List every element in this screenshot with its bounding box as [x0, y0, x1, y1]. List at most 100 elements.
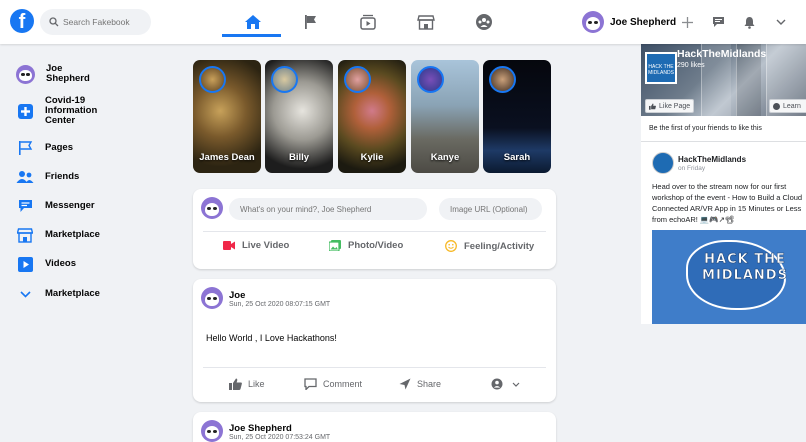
- smiley-icon: [445, 240, 457, 252]
- marketplace-icon[interactable]: [414, 10, 438, 34]
- story-avatar: [417, 66, 444, 93]
- sidebar-item-see-more[interactable]: Marketplace: [16, 285, 100, 303]
- groups-icon[interactable]: [472, 10, 496, 34]
- sidebar-item-videos[interactable]: Videos: [16, 255, 76, 273]
- learn-more-button[interactable]: Learn: [769, 99, 806, 113]
- story-card[interactable]: Kanye: [411, 60, 479, 173]
- page-post-image-text: HACK THE MIDLANDS: [702, 252, 788, 284]
- sidebar-item-label: Marketplace: [45, 229, 100, 240]
- pages-flag-icon: [16, 139, 34, 157]
- sidebar-item-label: Friends: [45, 171, 80, 182]
- post-author[interactable]: Joe Shepherd: [229, 423, 292, 434]
- top-bar: f Joe Shepherd: [0, 0, 806, 44]
- search-input[interactable]: [63, 17, 148, 27]
- story-card[interactable]: Sarah: [483, 60, 551, 173]
- page-logo[interactable]: HACK THE MIDLANDS: [645, 52, 677, 84]
- share-icon: [399, 378, 411, 390]
- feed-post: Joe Shepherd Sun, 25 Oct 2020 07:53:24 G…: [193, 412, 556, 442]
- post-timestamp: Sun, 25 Oct 2020 08:07:15 GMT: [229, 301, 331, 308]
- search-box[interactable]: [40, 9, 151, 35]
- home-icon[interactable]: [241, 10, 265, 34]
- post-author[interactable]: Joe: [229, 290, 245, 301]
- sidebar-item-label: Joe Shepherd: [46, 63, 90, 84]
- page-post-text: Head over to the stream now for our firs…: [652, 182, 803, 224]
- live-video-label: Live Video: [242, 240, 290, 251]
- feed-post: Joe Sun, 25 Oct 2020 08:07:15 GMT Hello …: [193, 279, 556, 402]
- plus-icon[interactable]: [679, 14, 695, 30]
- status-input[interactable]: [229, 198, 427, 220]
- active-tab-indicator: [222, 34, 281, 37]
- chevron-down-icon[interactable]: [773, 14, 789, 30]
- profile-name: Joe Shepherd: [610, 16, 677, 28]
- story-card[interactable]: Billy: [265, 60, 333, 173]
- story-avatar: [271, 66, 298, 93]
- feeling-activity-label: Feeling/Activity: [464, 240, 535, 252]
- messenger-icon[interactable]: [710, 14, 726, 30]
- live-video-button[interactable]: Live Video: [223, 240, 289, 251]
- search-icon: [49, 17, 59, 27]
- divider: [641, 141, 806, 142]
- divider: [203, 231, 546, 232]
- flag-icon[interactable]: [299, 10, 323, 34]
- live-video-icon: [223, 241, 235, 250]
- post-text: Hello World , I Love Hackathons!: [206, 333, 337, 343]
- like-page-label: Like Page: [659, 102, 691, 110]
- story-card[interactable]: Kylie: [338, 60, 406, 173]
- sidebar-item-friends[interactable]: Friends: [16, 168, 79, 186]
- story-name: Kanye: [430, 152, 460, 163]
- story-name: Billy: [288, 152, 310, 163]
- avatar[interactable]: [201, 420, 223, 442]
- sidebar-item-messenger[interactable]: Messenger: [16, 197, 95, 215]
- like-button[interactable]: Like: [229, 378, 265, 390]
- sidebar-item-label: Videos: [45, 258, 76, 269]
- chevron-down-icon: [512, 382, 520, 387]
- page-post-image[interactable]: HACK THE MIDLANDS: [652, 230, 806, 324]
- post-timestamp: Sun, 25 Oct 2020 07:53:24 GMT: [229, 434, 331, 441]
- story-name: Sarah: [503, 152, 531, 163]
- story-avatar: [489, 66, 516, 93]
- sidebar-item-pages[interactable]: Pages: [16, 139, 73, 157]
- page-plugin: HACK THE MIDLANDS HackTheMidlands 290 li…: [641, 44, 806, 324]
- thumbs-up-icon: [229, 378, 242, 390]
- comment-button[interactable]: Comment: [304, 378, 362, 390]
- marketplace-icon: [16, 226, 34, 244]
- page-likes: 290 likes: [677, 62, 705, 69]
- page-post-author[interactable]: HackTheMidlands: [678, 155, 746, 164]
- photo-video-label: Photo/Video: [348, 240, 404, 251]
- notifications-icon[interactable]: [741, 14, 757, 30]
- facebook-icon: [773, 102, 780, 110]
- page-name[interactable]: HackTheMidlands: [677, 48, 766, 60]
- sidebar-item-covid[interactable]: Covid-19 Information Center: [16, 96, 97, 126]
- page-post-time[interactable]: on Friday: [678, 165, 705, 172]
- story-card[interactable]: James Dean: [193, 60, 261, 173]
- divider: [203, 367, 546, 368]
- thumbs-up-icon: [649, 103, 656, 110]
- fakebook-logo[interactable]: f: [10, 9, 34, 33]
- sidebar-item-label: Covid-19 Information Center: [45, 95, 98, 126]
- post-composer: Live Video Photo/Video Feeling/Activity: [193, 189, 556, 269]
- sidebar-item-label: Pages: [45, 142, 73, 153]
- covid-info-icon: [16, 102, 34, 120]
- share-button[interactable]: Share: [399, 378, 441, 390]
- avatar: [582, 11, 604, 33]
- page-post-avatar[interactable]: [652, 152, 674, 174]
- image-url-input[interactable]: [439, 198, 542, 220]
- learn-label: Learn: [783, 102, 801, 110]
- like-page-button[interactable]: Like Page: [645, 99, 694, 113]
- photo-video-button[interactable]: Photo/Video: [329, 240, 403, 251]
- videos-icon: [16, 255, 34, 273]
- feeling-activity-button[interactable]: Feeling/Activity: [445, 240, 534, 252]
- avatar: [16, 64, 35, 84]
- share-label: Share: [417, 379, 442, 389]
- audience-selector[interactable]: [491, 378, 520, 390]
- sidebar-item-label: Marketplace: [45, 288, 100, 299]
- sidebar-item-profile[interactable]: Joe Shepherd: [16, 64, 90, 84]
- page-cover-image: HACK THE MIDLANDS HackTheMidlands 290 li…: [641, 44, 806, 116]
- sidebar-item-marketplace[interactable]: Marketplace: [16, 226, 100, 244]
- avatar[interactable]: [201, 287, 223, 309]
- header-profile[interactable]: Joe Shepherd: [582, 11, 676, 33]
- messenger-icon: [16, 197, 34, 215]
- story-avatar: [344, 66, 371, 93]
- watch-icon[interactable]: [356, 10, 380, 34]
- story-avatar: [199, 66, 226, 93]
